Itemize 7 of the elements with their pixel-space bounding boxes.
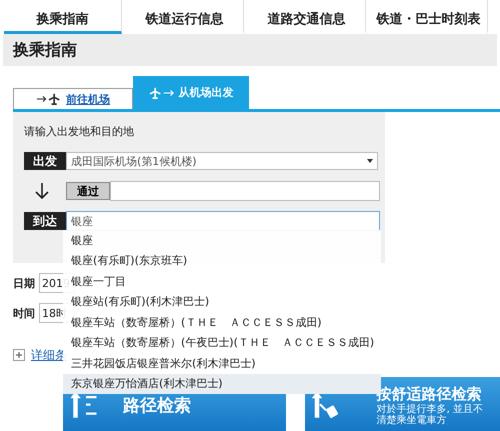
time-label: 时间	[13, 306, 36, 320]
arrival-label: 到达	[24, 212, 66, 230]
instruction-text: 请输入出发地和目的地	[24, 124, 135, 139]
page-title: 换乘指南	[13, 40, 77, 60]
departure-label: 出发	[24, 152, 66, 170]
button-note: 对於手提行李多, 並且不清楚乘坐電車方	[376, 404, 484, 426]
date-label: 日期	[13, 276, 36, 290]
